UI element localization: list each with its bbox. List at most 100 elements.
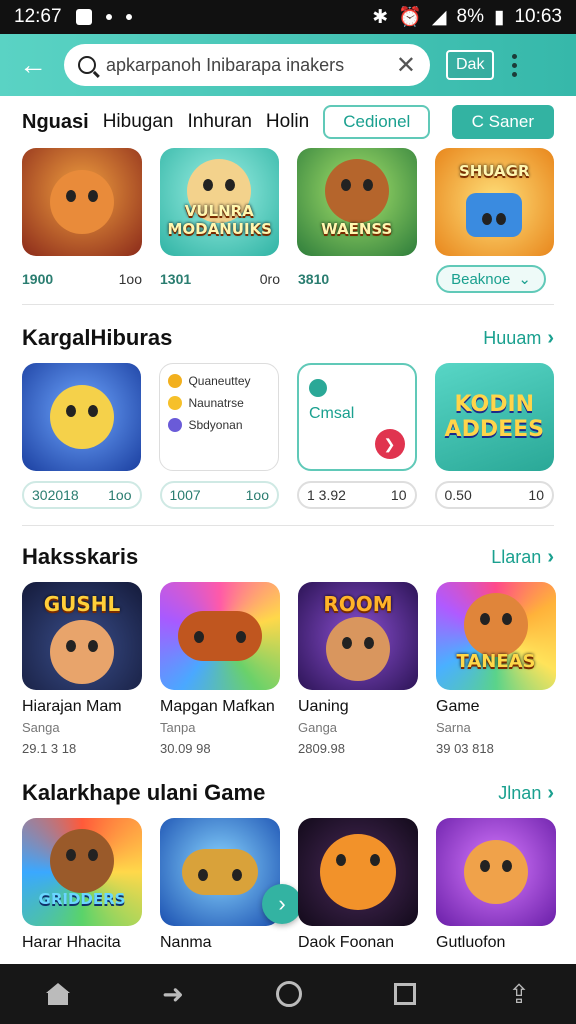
game-card[interactable]: GRIDDERS Harar Hhacita bbox=[22, 818, 142, 952]
game-card[interactable]: ROOM Uaning Ganga 2809.98 bbox=[298, 582, 418, 756]
bear-mascot-icon[interactable]: WAENSS bbox=[297, 148, 417, 256]
divider bbox=[22, 525, 554, 526]
fox-mascot-icon[interactable] bbox=[22, 148, 142, 256]
tile-banner: GUSHL bbox=[43, 592, 121, 616]
chip-value: 1007 bbox=[169, 487, 201, 503]
search-input[interactable] bbox=[106, 54, 386, 76]
puppy-mascot-icon[interactable]: VULNRA MODANUIKS bbox=[159, 148, 279, 256]
sort-dropdown[interactable]: Beaknoe ⌄ bbox=[436, 265, 546, 293]
search-icon bbox=[78, 56, 96, 74]
chevron-right-icon: › bbox=[547, 781, 554, 804]
data-button[interactable]: Dak bbox=[446, 50, 495, 80]
see-all-label: Huuam bbox=[483, 327, 542, 348]
main-content[interactable]: Nguasi Hibugan Inhuran Holin Cedionel C … bbox=[0, 96, 576, 964]
game-title: Gutluofon bbox=[436, 934, 506, 951]
section-title: Haksskaris bbox=[22, 544, 139, 569]
section-header: Haksskaris Llaran › bbox=[22, 532, 554, 582]
chip-row: 302018 1oo 1007 1oo 1 3.92 10 0.50 10 bbox=[22, 481, 554, 509]
game-title: Uaning bbox=[298, 698, 349, 715]
see-all-label: Jlnan bbox=[498, 782, 542, 803]
divider bbox=[22, 304, 554, 305]
see-all-link[interactable]: Jlnan › bbox=[498, 782, 554, 805]
gamepad-icon[interactable] bbox=[160, 582, 280, 690]
dropdown-label: Beaknoe bbox=[451, 270, 511, 288]
game-card[interactable]: Nanma › bbox=[160, 818, 302, 952]
game-row: VULNRA MODANUIKS WAENSS SHUAGR bbox=[22, 148, 554, 256]
orange-blob-icon[interactable] bbox=[298, 818, 418, 926]
cat-hero-icon[interactable] bbox=[436, 818, 556, 926]
status-time: 12:67 bbox=[14, 6, 62, 27]
bear-pilot-icon[interactable]: GRIDDERS bbox=[22, 818, 142, 926]
game-card[interactable]: Daok Foonan bbox=[298, 818, 418, 952]
sun-icon bbox=[168, 374, 183, 388]
kids-group-icon[interactable]: GUSHL bbox=[22, 582, 142, 690]
info-card[interactable]: Cmsal ❯ bbox=[296, 363, 417, 471]
section-header: Kalarkhape ulani Game Jlnan › bbox=[22, 768, 554, 818]
dot-icon bbox=[105, 14, 112, 20]
top-section: Nguasi Hibugan Inhuran Holin Cedionel C … bbox=[0, 96, 576, 305]
list-item: Naunatrse bbox=[168, 396, 270, 410]
robot-console-icon[interactable]: SHUAGR bbox=[434, 148, 554, 256]
recents-icon[interactable] bbox=[394, 983, 417, 1005]
stat-chip[interactable]: 1007 1oo bbox=[159, 481, 279, 509]
clear-icon[interactable]: ✕ bbox=[396, 51, 416, 80]
tile-banner: WAENSS bbox=[321, 220, 393, 238]
meta-value: 3810 bbox=[298, 271, 330, 287]
game-size: 39 03 818 bbox=[436, 741, 494, 756]
meta-item: 1900 1oo bbox=[22, 271, 142, 287]
game-row: GUSHL Hiarajan Mam Sanga 29.1 3 18 Mapga… bbox=[22, 582, 556, 756]
section-header: KargalHiburas Huuam › bbox=[22, 313, 554, 363]
logo-tile[interactable]: KODIN ADDEES bbox=[434, 363, 554, 471]
more-options-icon[interactable] bbox=[512, 53, 518, 77]
game-title: Nanma bbox=[160, 934, 212, 951]
list-item-label: Naunatrse bbox=[188, 396, 244, 410]
next-arrow-icon[interactable]: › bbox=[262, 884, 302, 924]
game-card[interactable]: Mapgan Mafkan Tanpa 30.09 98 bbox=[160, 582, 280, 756]
game-card[interactable]: TANEAS Game Sarna 39 03 818 bbox=[436, 582, 556, 756]
tab-holin[interactable]: Holin bbox=[266, 111, 309, 133]
battery-icon: ▮ bbox=[493, 6, 505, 28]
game-title: Daok Foonan bbox=[298, 934, 395, 951]
game-subtitle: Ganga bbox=[298, 720, 338, 735]
chip-value: 302018 bbox=[32, 487, 79, 503]
game-title: Mapgan Mafkan bbox=[160, 698, 275, 715]
game-subtitle: Sarna bbox=[436, 720, 471, 735]
stat-chip[interactable]: 1 3.92 10 bbox=[297, 481, 417, 509]
chip-value: 1 3.92 bbox=[307, 487, 346, 503]
meta-row: 1900 1oo 1301 0ro 3810 Beaknoe ⌄ bbox=[22, 264, 554, 294]
filter-pill[interactable]: Cedionel bbox=[323, 105, 431, 139]
info-card-label: Cmsal bbox=[308, 405, 355, 422]
tab-hibugan[interactable]: Hibugan bbox=[103, 111, 174, 133]
play-icon[interactable]: ❯ bbox=[374, 429, 405, 459]
see-all-link[interactable]: Llaran › bbox=[491, 546, 554, 569]
action-pill[interactable]: C Saner bbox=[451, 105, 554, 139]
feature-list-card[interactable]: Quaneuttey Naunatrse Sbdyonan bbox=[159, 363, 279, 471]
meta-item: 1301 0ro bbox=[160, 271, 280, 287]
back-arrow-icon[interactable]: ← bbox=[12, 44, 54, 86]
chip-count: 1oo bbox=[108, 487, 132, 503]
stat-chip[interactable]: 0.50 10 bbox=[434, 481, 554, 509]
game-card[interactable]: GUSHL Hiarajan Mam Sanga 29.1 3 18 bbox=[22, 582, 142, 756]
home-icon[interactable] bbox=[46, 983, 71, 1005]
stat-chip[interactable]: 302018 1oo bbox=[22, 481, 142, 509]
compass-icon[interactable] bbox=[275, 981, 302, 1007]
chevron-right-icon: › bbox=[547, 326, 554, 349]
game-subtitle: Sanga bbox=[22, 720, 60, 735]
tab-row: Nguasi Hibugan Inhuran Holin Cedionel C … bbox=[22, 96, 554, 148]
bear-dancer-icon[interactable]: TANEAS bbox=[436, 582, 556, 690]
see-all-link[interactable]: Huuam › bbox=[483, 327, 554, 350]
chevron-right-icon: › bbox=[547, 545, 554, 568]
game-title: Harar Hhacita bbox=[22, 934, 121, 951]
game-title: Hiarajan Mam bbox=[22, 698, 122, 715]
game-size: 30.09 98 bbox=[160, 741, 211, 756]
forward-arrow-icon[interactable]: ➜ bbox=[162, 979, 184, 1010]
meta-value: 1301 bbox=[160, 271, 192, 287]
share-icon[interactable]: ⇪ bbox=[508, 979, 530, 1010]
app-bar: ← ✕ Dak bbox=[0, 34, 576, 96]
search-bar[interactable]: ✕ bbox=[64, 44, 430, 86]
chevron-down-icon: ⌄ bbox=[518, 271, 531, 288]
game-card[interactable]: Gutluofon bbox=[436, 818, 556, 952]
tab-inhuran[interactable]: Inhuran bbox=[187, 111, 251, 133]
police-duo-icon[interactable]: ROOM bbox=[298, 582, 418, 690]
jester-game-icon[interactable] bbox=[22, 363, 142, 471]
